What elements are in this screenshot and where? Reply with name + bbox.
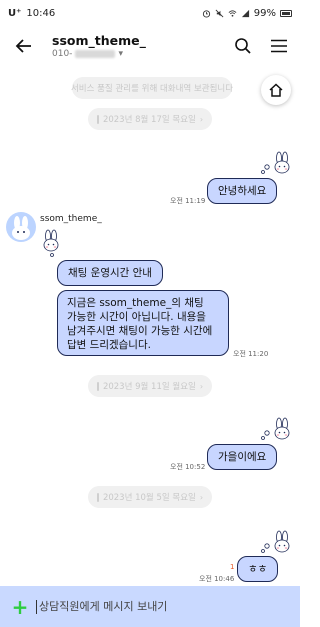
chevron-right-icon: ›: [199, 114, 204, 124]
text-cursor: [36, 599, 37, 614]
bunny-sticker-icon: [261, 417, 290, 440]
unread-count: 1: [230, 563, 235, 571]
battery-icon: [280, 9, 292, 17]
home-button[interactable]: [261, 75, 291, 105]
redacted-number: [75, 49, 116, 58]
bunny-sticker-icon: [261, 530, 290, 553]
search-icon: [235, 38, 251, 54]
search-button[interactable]: [232, 35, 254, 57]
battery-percent: 99%: [253, 7, 276, 19]
date-divider: 2023년 8월 17일 목요일 ›: [88, 108, 212, 130]
sender-name: ssom_theme_: [40, 214, 102, 224]
message-bubble-theirs[interactable]: 채팅 운영시간 안내: [57, 260, 163, 286]
message-time: 오전 10:46: [199, 575, 235, 583]
status-bar: U⁺ 10:46 99%: [0, 0, 300, 26]
chevron-right-icon: ›: [199, 492, 204, 502]
menu-button[interactable]: [268, 35, 290, 57]
plus-icon[interactable]: +: [10, 595, 30, 619]
back-arrow-icon: [15, 39, 31, 53]
chat-header: ssom_theme_ 010- ▾: [0, 26, 300, 66]
message-bubble-mine[interactable]: 안녕하세요: [207, 178, 278, 204]
hamburger-menu-icon: [271, 39, 287, 53]
date-label: 2023년 9월 11일 월요일: [102, 382, 196, 392]
calendar-icon: [96, 114, 99, 124]
chevron-down-icon: ▾: [118, 48, 123, 59]
message-time: 오전 11:20: [233, 350, 269, 358]
chevron-right-icon: ›: [199, 381, 204, 391]
message-line: 가능한 시간이 아닙니다. 내용을: [67, 311, 206, 323]
bunny-sticker-icon: [43, 229, 59, 257]
carrier-label: U⁺: [8, 7, 22, 19]
message-line: 답변 드리겠습니다.: [67, 339, 151, 351]
home-icon: [269, 83, 283, 97]
message-bubble-theirs[interactable]: 지금은 ssom_theme_의 채팅 가능한 시간이 아닙니다. 내용을 남겨…: [57, 290, 229, 356]
message-bubble-mine[interactable]: ㅎㅎ: [237, 556, 279, 582]
notice-pill: 서비스 품질 관리를 위해 대화내역 보관됩니다: [70, 77, 234, 99]
notice-text: 서비스 품질 관리를 위해 대화내역 보관됩니다: [70, 84, 234, 94]
message-time: 오전 10:52: [170, 463, 206, 471]
bunny-sticker-icon: [261, 151, 290, 174]
chat-title-area[interactable]: ssom_theme_ 010- ▾: [52, 33, 232, 60]
phone-number: 010- ▾: [52, 48, 232, 60]
phone-prefix: 010-: [52, 48, 73, 59]
back-button[interactable]: [10, 32, 38, 60]
message-composer: +: [0, 586, 300, 627]
message-bubble-mine[interactable]: 가을이에요: [207, 444, 278, 470]
message-line: 남겨주시면 채팅이 가능한 시간에: [67, 325, 213, 337]
clock: 10:46: [26, 7, 56, 19]
message-time: 오전 11:19: [170, 197, 206, 205]
message-line: 지금은 ssom_theme_의 채팅: [67, 297, 204, 309]
bunny-avatar-icon: [12, 216, 30, 240]
calendar-icon: [96, 492, 99, 502]
date-divider: 2023년 9월 11일 월요일 ›: [88, 375, 212, 397]
mute-icon: [215, 9, 224, 17]
page-title: ssom_theme_: [52, 32, 146, 48]
avatar[interactable]: [6, 212, 36, 242]
alarm-icon: [202, 9, 210, 18]
message-input[interactable]: [39, 600, 279, 613]
signal-icon: [241, 9, 249, 17]
date-label: 2023년 10월 5일 목요일: [102, 493, 196, 503]
date-label: 2023년 8월 17일 목요일: [102, 115, 196, 125]
wifi-icon: [228, 9, 237, 17]
date-divider: 2023년 10월 5일 목요일 ›: [88, 486, 212, 508]
calendar-icon: [96, 381, 99, 391]
